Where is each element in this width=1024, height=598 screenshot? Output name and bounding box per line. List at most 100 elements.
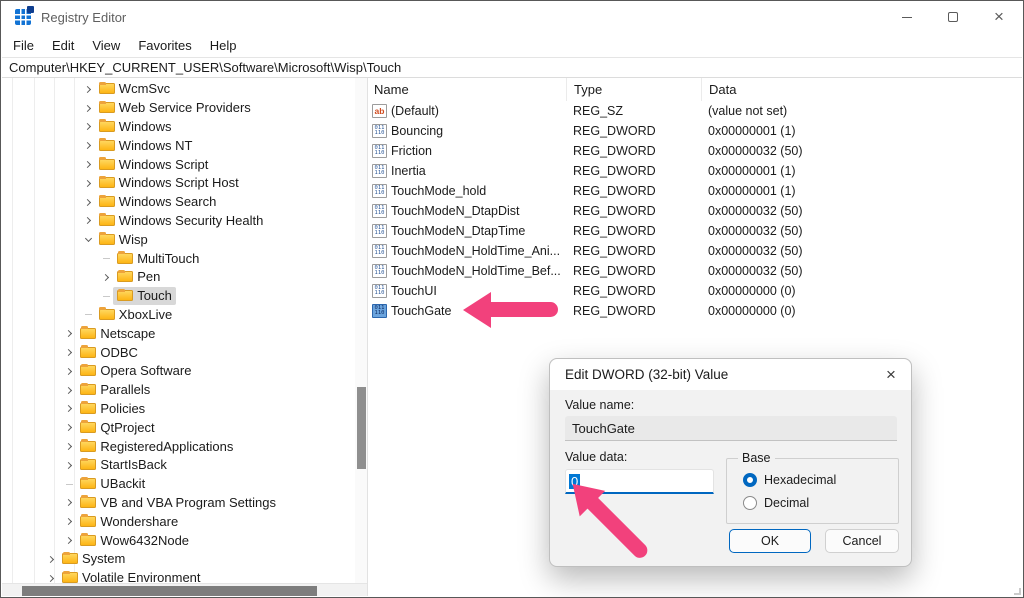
chevron-right-icon[interactable] [63,346,76,359]
tree-item-policies[interactable]: Policies [2,400,355,419]
radio-selected-icon[interactable] [743,473,757,487]
menu-view[interactable]: View [83,36,129,55]
value-row-inertia[interactable]: 011110InertiaREG_DWORD0x00000001 (1) [368,161,1022,181]
column-header-data[interactable]: Data [701,78,1022,101]
tree-item-pen[interactable]: Pen [2,268,355,287]
chevron-right-icon[interactable] [63,534,76,547]
radio-unselected-icon[interactable] [743,496,757,510]
maximize-button[interactable] [930,1,976,33]
chevron-right-icon[interactable] [82,120,95,133]
tree-item-windows[interactable]: Windows [2,118,355,137]
dialog-title: Edit DWORD (32-bit) Value [550,367,728,382]
value-row-touchmoden-holdtime-bef[interactable]: 011110TouchModeN_HoldTime_Bef...REG_DWOR… [368,261,1022,281]
tree-item-touch[interactable]: Touch [2,287,355,306]
value-row-default[interactable]: ab(Default)REG_SZ(value not set) [368,101,1022,121]
chevron-right-icon[interactable] [82,102,95,115]
tree-horizontal-scrollbar-thumb[interactable] [22,586,317,596]
value-name-text: TouchModeN_HoldTime_Ani... [391,244,560,258]
dword-value-icon: 011110 [372,264,387,278]
column-header-name[interactable]: Name [368,78,566,101]
tree-item-web-service-providers[interactable]: Web Service Providers [2,99,355,118]
tree-item-system[interactable]: System [2,550,355,569]
tree-item-windows-script-host[interactable]: Windows Script Host [2,174,355,193]
tree-item-volatile-environment[interactable]: Volatile Environment [2,569,355,583]
chevron-down-icon[interactable] [82,233,95,246]
chevron-right-icon[interactable] [45,572,58,583]
tree-item-xboxlive[interactable]: XboxLive [2,306,355,325]
tree-item-windows-security-health[interactable]: Windows Security Health [2,212,355,231]
tree-item-vb-and-vba-program-settings[interactable]: VB and VBA Program Settings [2,494,355,513]
tree-item-label: VB and VBA Program Settings [100,495,276,510]
tree-item-multitouch[interactable]: MultiTouch [2,249,355,268]
chevron-right-icon[interactable] [63,365,76,378]
tree-item-content: Wondershare [76,513,182,531]
chevron-right-icon[interactable] [100,271,113,284]
tree-horizontal-scrollbar[interactable] [2,583,367,596]
dialog-close-button[interactable]: × [871,359,911,390]
close-button[interactable]: × [976,1,1022,33]
tree-item-windows-nt[interactable]: Windows NT [2,136,355,155]
chevron-right-icon[interactable] [82,196,95,209]
hexadecimal-radio-row[interactable]: Hexadecimal [743,473,836,487]
tree-item-wow6432node[interactable]: Wow6432Node [2,531,355,550]
menu-help[interactable]: Help [201,36,246,55]
chevron-right-icon[interactable] [82,83,95,96]
value-row-friction[interactable]: 011110FrictionREG_DWORD0x00000032 (50) [368,141,1022,161]
value-row-bouncing[interactable]: 011110BouncingREG_DWORD0x00000001 (1) [368,121,1022,141]
chevron-right-icon[interactable] [63,496,76,509]
tree-item-startisback[interactable]: StartIsBack [2,456,355,475]
value-row-touchui[interactable]: 011110TouchUIREG_DWORD0x00000000 (0) [368,281,1022,301]
tree-item-label: ODBC [100,345,138,360]
menu-favorites[interactable]: Favorites [129,36,200,55]
chevron-right-icon[interactable] [63,402,76,415]
tree-item-label: Windows Script [119,157,209,172]
chevron-right-icon[interactable] [45,553,58,566]
tree-item-qtproject[interactable]: QtProject [2,418,355,437]
chevron-right-icon[interactable] [82,139,95,152]
address-bar[interactable]: Computer\HKEY_CURRENT_USER\Software\Micr… [2,57,1022,78]
chevron-right-icon[interactable] [63,327,76,340]
menu-file[interactable]: File [4,36,43,55]
tree-item-wcmsvc[interactable]: WcmSvc [2,80,355,99]
folder-icon [80,478,96,489]
resize-grip[interactable] [1014,588,1021,595]
tree-item-windows-script[interactable]: Windows Script [2,155,355,174]
cancel-button[interactable]: Cancel [825,529,899,553]
tree-item-parallels[interactable]: Parallels [2,381,355,400]
chevron-right-icon[interactable] [82,158,95,171]
chevron-right-icon[interactable] [63,421,76,434]
tree-item-windows-search[interactable]: Windows Search [2,193,355,212]
chevron-right-icon[interactable] [63,384,76,397]
tree-item-odbc[interactable]: ODBC [2,343,355,362]
chevron-right-icon[interactable] [82,214,95,227]
tree-item-content: Pen [113,268,164,286]
chevron-right-icon[interactable] [63,459,76,472]
value-row-touchmoden-dtapdist[interactable]: 011110TouchModeN_DtapDistREG_DWORD0x0000… [368,201,1022,221]
registry-editor-icon [15,9,31,25]
value-row-touchmoden-holdtime-ani[interactable]: 011110TouchModeN_HoldTime_Ani...REG_DWOR… [368,241,1022,261]
minimize-button[interactable] [884,1,930,33]
value-row-touchmoden-dtaptime[interactable]: 011110TouchModeN_DtapTimeREG_DWORD0x0000… [368,221,1022,241]
ok-button[interactable]: OK [729,529,811,553]
tree-item-opera-software[interactable]: Opera Software [2,362,355,381]
chevron-right-icon[interactable] [82,177,95,190]
tree-vertical-scrollbar-thumb[interactable] [357,387,366,469]
value-type-cell: REG_DWORD [566,224,701,238]
value-row-touchgate[interactable]: 011110TouchGateREG_DWORD0x00000000 (0) [368,301,1022,321]
chevron-right-icon[interactable] [63,515,76,528]
tree-item-registeredapplications[interactable]: RegisteredApplications [2,437,355,456]
tree-item-wondershare[interactable]: Wondershare [2,512,355,531]
tree-item-wisp[interactable]: Wisp [2,230,355,249]
tree-vertical-scrollbar[interactable] [355,78,367,583]
value-row-touchmode-hold[interactable]: 011110TouchMode_holdREG_DWORD0x00000001 … [368,181,1022,201]
folder-icon [80,403,96,414]
tree-item-ubackit[interactable]: UBackit [2,475,355,494]
value-data-input[interactable]: 0 [565,469,714,494]
chevron-right-icon[interactable] [63,440,76,453]
tree-item-netscape[interactable]: Netscape [2,324,355,343]
tree-item-label: Parallels [100,382,150,397]
value-name-cell: 011110TouchModeN_HoldTime_Bef... [368,264,566,278]
decimal-radio-row[interactable]: Decimal [743,496,809,510]
column-header-type[interactable]: Type [566,78,701,101]
menu-edit[interactable]: Edit [43,36,83,55]
